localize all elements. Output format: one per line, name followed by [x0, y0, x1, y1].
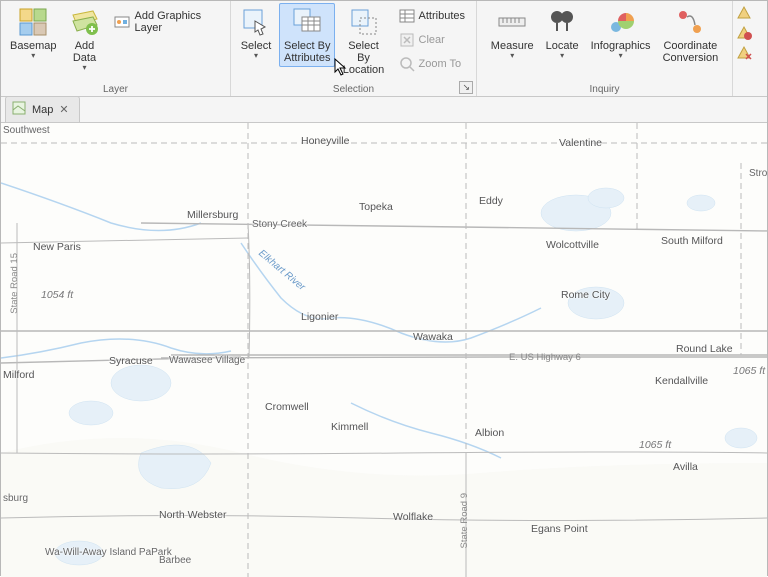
map-view[interactable]: Southwest Honeyville Valentine Stro Mill…	[1, 123, 767, 577]
clear-button[interactable]: Clear	[394, 29, 470, 51]
label-eganspoint: Egans Point	[531, 523, 588, 535]
label-wolflake: Wolflake	[393, 511, 433, 523]
ribbon-toolbar: Basemap ▾ Add Data ▾ Add Graphics Layer	[1, 1, 767, 97]
zoom-to-label: Zoom To	[419, 58, 462, 70]
label-ligonier: Ligonier	[301, 311, 338, 323]
label-avilla: Avilla	[673, 461, 698, 473]
label-ehighway: E. US Highway 6	[509, 352, 581, 363]
label-syracuse: Syracuse	[109, 355, 153, 367]
measure-icon	[496, 6, 528, 38]
label-romecity: Rome City	[561, 289, 610, 301]
select-by-attributes-icon	[291, 6, 323, 38]
map-tab-icon	[12, 101, 26, 118]
zoom-to-icon	[399, 56, 415, 72]
add-graphics-layer-label: Add Graphics Layer	[134, 10, 219, 34]
label-roundlake: Round Lake	[676, 343, 733, 355]
label-albion: Albion	[475, 427, 504, 439]
selection-dialog-launcher[interactable]: ↘	[459, 81, 473, 94]
basemap-button[interactable]: Basemap ▾	[5, 3, 61, 64]
label-millersburg: Millersburg	[187, 209, 238, 221]
coordinate-conversion-icon	[674, 6, 706, 38]
label-southmilford: South Milford	[661, 235, 723, 247]
label-wolcottville: Wolcottville	[546, 239, 599, 251]
select-icon	[240, 6, 272, 38]
label-sburg: sburg	[3, 493, 28, 504]
layer-group-label: Layer	[103, 82, 128, 96]
side-icon-3[interactable]	[735, 43, 753, 61]
label-wawillaway: Wa-Will-Away Island PaPark	[45, 547, 172, 558]
select-button[interactable]: Select ▾	[235, 3, 277, 64]
label-stateroad9: State Road 9	[459, 493, 470, 548]
select-by-location-icon	[348, 6, 380, 38]
add-data-label: Add Data	[73, 40, 96, 64]
label-wawaseevillage: Wawasee Village	[169, 355, 245, 366]
ribbon-group-inquiry: Measure ▾ Locate ▾ Infographics ▾ Coordi…	[477, 1, 733, 96]
add-data-button[interactable]: Add Data ▾	[63, 3, 105, 76]
select-by-location-label: Select By Location	[342, 40, 384, 76]
add-graphics-layer-button[interactable]: Add Graphics Layer	[109, 7, 224, 37]
ribbon-side-icons	[733, 1, 755, 96]
graphics-layer-icon	[114, 14, 130, 30]
label-stonycreek: Stony Creek	[252, 219, 307, 230]
label-elev1065b: 1065 ft	[639, 439, 671, 451]
side-icon-1[interactable]	[735, 3, 753, 21]
infographics-button[interactable]: Infographics ▾	[586, 3, 656, 64]
label-elev1054: 1054 ft	[41, 289, 73, 301]
locate-button[interactable]: Locate ▾	[541, 3, 584, 64]
label-milford: Milford	[3, 369, 35, 381]
label-honeyville: Honeyville	[301, 135, 349, 147]
attributes-label: Attributes	[419, 10, 465, 22]
label-kimmell: Kimmell	[331, 421, 368, 433]
map-svg	[1, 123, 767, 577]
selection-group-label: Selection	[333, 82, 374, 96]
basemap-icon	[17, 6, 49, 38]
label-valentine: Valentine	[559, 137, 602, 149]
map-tab[interactable]: Map ✕	[5, 96, 80, 122]
measure-button[interactable]: Measure ▾	[486, 3, 539, 64]
ribbon-group-layer: Basemap ▾ Add Data ▾ Add Graphics Layer	[1, 1, 231, 96]
map-tab-close[interactable]: ✕	[59, 103, 68, 116]
label-stateroad15: State Road 15	[9, 253, 20, 314]
side-icon-2[interactable]	[735, 23, 753, 41]
locate-icon	[546, 6, 578, 38]
select-by-attributes-button[interactable]: Select By Attributes	[279, 3, 335, 67]
label-kendallville: Kendallville	[655, 375, 708, 387]
view-tabstrip: Map ✕	[1, 97, 767, 123]
coordinate-conversion-label: Coordinate Conversion	[663, 40, 719, 64]
label-topeka: Topeka	[359, 201, 393, 213]
label-northwebster: North Webster	[159, 509, 227, 521]
ribbon-group-selection: Select ▾ Select By Attributes Select By …	[231, 1, 477, 96]
zoom-to-button[interactable]: Zoom To	[394, 53, 470, 75]
infographics-icon	[605, 6, 637, 38]
add-data-icon	[68, 6, 100, 38]
label-stro: Stro	[749, 168, 767, 179]
map-tab-label: Map	[32, 104, 53, 116]
label-eddy: Eddy	[479, 195, 503, 207]
label-elev1065a: 1065 ft	[733, 365, 765, 377]
inquiry-group-label: Inquiry	[589, 82, 619, 96]
label-wawaka: Wawaka	[413, 331, 453, 343]
attributes-icon	[399, 8, 415, 24]
clear-icon	[399, 32, 415, 48]
coordinate-conversion-button[interactable]: Coordinate Conversion	[658, 3, 724, 67]
label-cromwell: Cromwell	[265, 401, 309, 413]
label-barbee: Barbee	[159, 555, 191, 566]
select-by-location-button[interactable]: Select By Location	[337, 3, 389, 79]
select-by-attributes-label: Select By Attributes	[284, 40, 330, 64]
clear-label: Clear	[419, 34, 445, 46]
attributes-button[interactable]: Attributes	[394, 5, 470, 27]
label-newparis: New Paris	[33, 241, 81, 253]
label-southwest: Southwest	[3, 125, 50, 136]
